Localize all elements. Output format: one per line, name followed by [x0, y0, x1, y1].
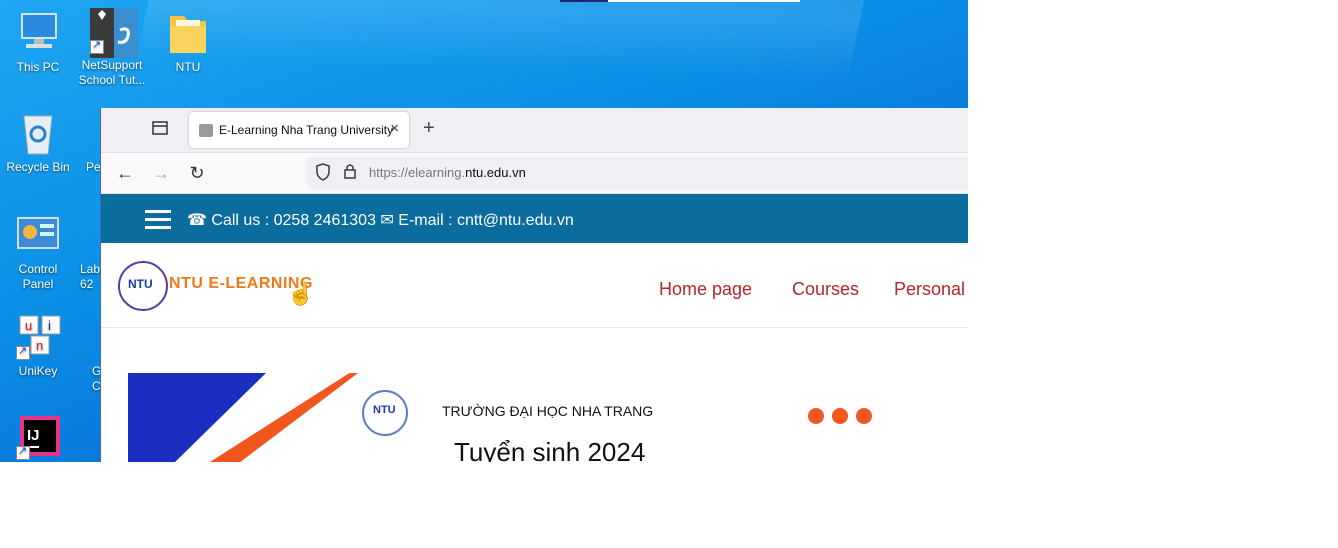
desktop-icon-intellij[interactable]: IJ	[2, 414, 74, 462]
svg-text:u: u	[25, 318, 32, 333]
shortcut-arrow-icon	[90, 38, 104, 54]
control-panel-icon	[16, 212, 60, 258]
site-contact-bar: ☎ Call us : 0258 2461303 ✉ E-mail : cntt…	[101, 194, 968, 243]
carousel-dot	[808, 408, 824, 424]
top-window-edge	[560, 0, 800, 2]
desktop-icon-label: Recycle Bin	[6, 160, 70, 174]
carousel-dot	[856, 408, 872, 424]
desktop-icon-recycle-bin[interactable]: Recycle Bin	[2, 110, 74, 175]
svg-text:i: i	[48, 318, 51, 333]
tab-elearning[interactable]: E-Learning Nha Trang University ×	[189, 112, 409, 148]
phone-text: Call us : 0258 2461303	[211, 212, 376, 229]
desktop-icon-ntu-folder[interactable]: NTU	[152, 10, 224, 75]
back-button[interactable]: ←	[113, 161, 137, 185]
tab-overview-button[interactable]	[149, 120, 171, 142]
carousel-dots[interactable]	[808, 408, 880, 429]
forward-button[interactable]: →	[149, 161, 173, 185]
phone-icon: ☎	[187, 212, 207, 229]
svg-text:IJ: IJ	[27, 427, 40, 444]
hamburger-menu-icon[interactable]	[145, 210, 171, 229]
desktop-icon-control-panel[interactable]: Control Panel	[2, 212, 74, 292]
desktop-icon-label: NTU	[175, 60, 201, 74]
desktop-icon-label: NetSupport School Tut...	[78, 58, 146, 87]
contact-info: ☎ Call us : 0258 2461303 ✉ E-mail : cntt…	[187, 210, 574, 230]
tab-title: E-Learning Nha Trang University	[219, 123, 394, 137]
lock-icon[interactable]	[343, 163, 357, 182]
site-header: NTU NTU E-LEARNING ☝ Home page Courses P…	[101, 243, 968, 328]
university-seal: NTU	[362, 390, 408, 436]
address-bar[interactable]: https://elearning.ntu.edu.vn	[307, 157, 968, 189]
intellij-icon: IJ	[16, 414, 60, 460]
hand-pointer-icon: ☝	[287, 281, 315, 306]
url-text: https://elearning.ntu.edu.vn	[369, 165, 526, 180]
shortcut-arrow-icon	[16, 344, 30, 360]
banner-title: Tuyển sinh 2024	[454, 437, 646, 462]
email-text: E-mail : cntt@ntu.edu.vn	[398, 212, 574, 229]
shortcut-arrow-icon	[16, 444, 30, 460]
desktop-icon-label: Control Panel	[18, 262, 58, 291]
navigation-bar: ← → ↻ https://elearning.ntu.edu.vn	[101, 153, 968, 194]
ntu-logo[interactable]: NTU	[118, 261, 168, 311]
folder-icon	[166, 10, 210, 56]
admission-banner[interactable]: NTU TRƯỜNG ĐẠI HỌC NHA TRANG Tuyển sinh …	[128, 373, 968, 462]
nav-personal[interactable]: Personal	[894, 279, 965, 300]
carousel-dot	[832, 408, 848, 424]
desktop-icon-unikey[interactable]: u in UniKey	[2, 314, 74, 379]
recycle-bin-icon	[16, 110, 60, 156]
reload-button[interactable]: ↻	[185, 161, 209, 185]
envelope-icon: ✉	[380, 212, 394, 229]
unikey-icon: u in	[16, 314, 61, 360]
svg-text:n: n	[36, 338, 43, 353]
desktop-icon-netsupport[interactable]: NetSupport School Tut...	[76, 8, 148, 88]
netsupport-icon	[90, 8, 138, 58]
nav-courses[interactable]: Courses	[792, 279, 859, 300]
desktop-icon-label: This PC	[16, 60, 60, 74]
shield-icon[interactable]	[315, 163, 331, 185]
desktop-icon-label: UniKey	[18, 364, 58, 378]
nav-home-page[interactable]: Home page	[659, 279, 752, 300]
desktop-icon-this-pc[interactable]: This PC	[2, 10, 74, 75]
new-tab-button[interactable]: +	[423, 117, 435, 140]
desktop: This PC NetSupport School Tut... NTU Rec…	[0, 0, 968, 462]
banner-university-name: TRƯỜNG ĐẠI HỌC NHA TRANG	[442, 403, 654, 419]
tab-bar: E-Learning Nha Trang University × +	[101, 108, 968, 153]
close-tab-icon[interactable]: ×	[390, 120, 399, 137]
tab-overview-icon	[152, 121, 168, 135]
pc-icon	[16, 10, 60, 56]
site-favicon-icon	[199, 124, 213, 137]
